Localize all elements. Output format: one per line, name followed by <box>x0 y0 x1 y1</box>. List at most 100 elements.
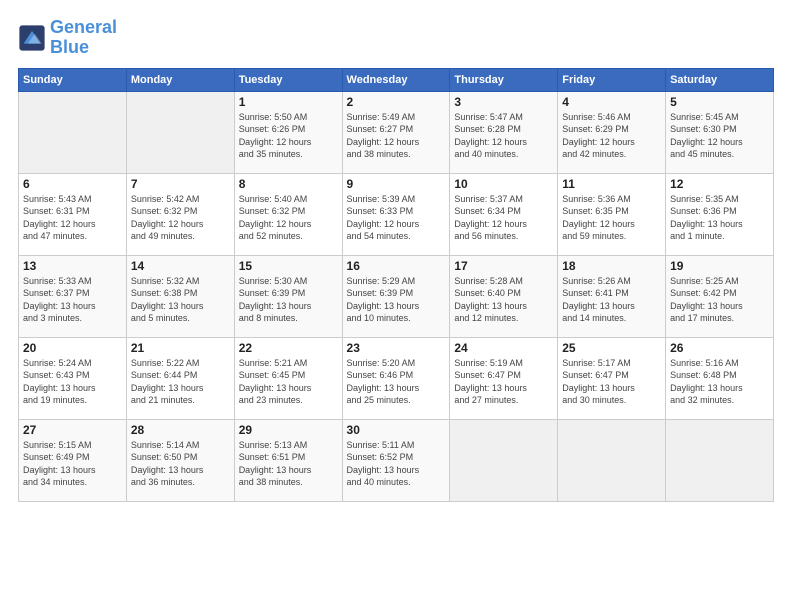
day-number: 10 <box>454 177 553 191</box>
day-info: Sunrise: 5:33 AM Sunset: 6:37 PM Dayligh… <box>23 275 122 325</box>
calendar-cell: 23 Sunrise: 5:20 AM Sunset: 6:46 PM Dayli… <box>342 337 450 419</box>
calendar-cell: 6 Sunrise: 5:43 AM Sunset: 6:31 PM Daylig… <box>19 173 127 255</box>
logo-text: General Blue <box>50 18 117 58</box>
weekday-header-sunday: Sunday <box>19 68 127 91</box>
calendar-cell: 20 Sunrise: 5:24 AM Sunset: 6:43 PM Dayli… <box>19 337 127 419</box>
day-number: 9 <box>347 177 446 191</box>
day-info: Sunrise: 5:28 AM Sunset: 6:40 PM Dayligh… <box>454 275 553 325</box>
weekday-header-friday: Friday <box>558 68 666 91</box>
day-info: Sunrise: 5:16 AM Sunset: 6:48 PM Dayligh… <box>670 357 769 407</box>
day-info: Sunrise: 5:20 AM Sunset: 6:46 PM Dayligh… <box>347 357 446 407</box>
day-number: 16 <box>347 259 446 273</box>
day-info: Sunrise: 5:24 AM Sunset: 6:43 PM Dayligh… <box>23 357 122 407</box>
day-info: Sunrise: 5:11 AM Sunset: 6:52 PM Dayligh… <box>347 439 446 489</box>
day-info: Sunrise: 5:43 AM Sunset: 6:31 PM Dayligh… <box>23 193 122 243</box>
day-number: 12 <box>670 177 769 191</box>
day-number: 1 <box>239 95 338 109</box>
weekday-header-wednesday: Wednesday <box>342 68 450 91</box>
calendar-cell: 28 Sunrise: 5:14 AM Sunset: 6:50 PM Dayli… <box>126 419 234 501</box>
calendar-cell: 30Sunrise: 5:11 AM Sunset: 6:52 PM Dayli… <box>342 419 450 501</box>
calendar-cell <box>126 91 234 173</box>
day-info: Sunrise: 5:37 AM Sunset: 6:34 PM Dayligh… <box>454 193 553 243</box>
day-info: Sunrise: 5:19 AM Sunset: 6:47 PM Dayligh… <box>454 357 553 407</box>
day-number: 11 <box>562 177 661 191</box>
day-info: Sunrise: 5:25 AM Sunset: 6:42 PM Dayligh… <box>670 275 769 325</box>
day-info: Sunrise: 5:13 AM Sunset: 6:51 PM Dayligh… <box>239 439 338 489</box>
day-number: 29 <box>239 423 338 437</box>
calendar-cell: 24 Sunrise: 5:19 AM Sunset: 6:47 PM Dayli… <box>450 337 558 419</box>
calendar-cell: 26 Sunrise: 5:16 AM Sunset: 6:48 PM Dayli… <box>666 337 774 419</box>
day-info: Sunrise: 5:36 AM Sunset: 6:35 PM Dayligh… <box>562 193 661 243</box>
day-number: 4 <box>562 95 661 109</box>
logo-blue: Blue <box>50 37 89 57</box>
logo-icon <box>18 24 46 52</box>
day-info: Sunrise: 5:22 AM Sunset: 6:44 PM Dayligh… <box>131 357 230 407</box>
calendar-cell <box>558 419 666 501</box>
day-info: Sunrise: 5:42 AM Sunset: 6:32 PM Dayligh… <box>131 193 230 243</box>
day-number: 27 <box>23 423 122 437</box>
day-info: Sunrise: 5:47 AM Sunset: 6:28 PM Dayligh… <box>454 111 553 161</box>
day-info: Sunrise: 5:26 AM Sunset: 6:41 PM Dayligh… <box>562 275 661 325</box>
calendar-cell: 17 Sunrise: 5:28 AM Sunset: 6:40 PM Dayli… <box>450 255 558 337</box>
day-number: 24 <box>454 341 553 355</box>
calendar-cell: 18 Sunrise: 5:26 AM Sunset: 6:41 PM Dayli… <box>558 255 666 337</box>
calendar-header-row: SundayMondayTuesdayWednesdayThursdayFrid… <box>19 68 774 91</box>
weekday-header-monday: Monday <box>126 68 234 91</box>
day-number: 15 <box>239 259 338 273</box>
day-number: 28 <box>131 423 230 437</box>
day-info: Sunrise: 5:50 AM Sunset: 6:26 PM Dayligh… <box>239 111 338 161</box>
calendar-cell: 10 Sunrise: 5:37 AM Sunset: 6:34 PM Dayli… <box>450 173 558 255</box>
calendar-cell: 8Sunrise: 5:40 AM Sunset: 6:32 PM Daylig… <box>234 173 342 255</box>
calendar-cell: 12Sunrise: 5:35 AM Sunset: 6:36 PM Dayli… <box>666 173 774 255</box>
calendar-cell: 13Sunrise: 5:33 AM Sunset: 6:37 PM Dayli… <box>19 255 127 337</box>
day-number: 2 <box>347 95 446 109</box>
weekday-header-tuesday: Tuesday <box>234 68 342 91</box>
day-info: Sunrise: 5:32 AM Sunset: 6:38 PM Dayligh… <box>131 275 230 325</box>
calendar-cell: 15 Sunrise: 5:30 AM Sunset: 6:39 PM Dayli… <box>234 255 342 337</box>
day-info: Sunrise: 5:21 AM Sunset: 6:45 PM Dayligh… <box>239 357 338 407</box>
calendar-cell: 29 Sunrise: 5:13 AM Sunset: 6:51 PM Dayli… <box>234 419 342 501</box>
calendar-cell: 21 Sunrise: 5:22 AM Sunset: 6:44 PM Dayli… <box>126 337 234 419</box>
logo: General Blue <box>18 18 117 58</box>
day-info: Sunrise: 5:17 AM Sunset: 6:47 PM Dayligh… <box>562 357 661 407</box>
day-number: 26 <box>670 341 769 355</box>
calendar-cell: 7 Sunrise: 5:42 AM Sunset: 6:32 PM Daylig… <box>126 173 234 255</box>
calendar-week-4: 27 Sunrise: 5:15 AM Sunset: 6:49 PM Dayli… <box>19 419 774 501</box>
day-number: 17 <box>454 259 553 273</box>
weekday-header-thursday: Thursday <box>450 68 558 91</box>
calendar-cell: 14 Sunrise: 5:32 AM Sunset: 6:38 PM Dayli… <box>126 255 234 337</box>
day-info: Sunrise: 5:49 AM Sunset: 6:27 PM Dayligh… <box>347 111 446 161</box>
calendar-week-1: 6 Sunrise: 5:43 AM Sunset: 6:31 PM Daylig… <box>19 173 774 255</box>
calendar-cell: 25 Sunrise: 5:17 AM Sunset: 6:47 PM Dayli… <box>558 337 666 419</box>
header: General Blue <box>18 18 774 58</box>
calendar-week-2: 13Sunrise: 5:33 AM Sunset: 6:37 PM Dayli… <box>19 255 774 337</box>
day-number: 3 <box>454 95 553 109</box>
calendar-cell: 27 Sunrise: 5:15 AM Sunset: 6:49 PM Dayli… <box>19 419 127 501</box>
calendar-week-3: 20 Sunrise: 5:24 AM Sunset: 6:43 PM Dayli… <box>19 337 774 419</box>
calendar-cell: 19Sunrise: 5:25 AM Sunset: 6:42 PM Dayli… <box>666 255 774 337</box>
calendar-table: SundayMondayTuesdayWednesdayThursdayFrid… <box>18 68 774 502</box>
calendar-cell: 5Sunrise: 5:45 AM Sunset: 6:30 PM Daylig… <box>666 91 774 173</box>
calendar-cell: 3 Sunrise: 5:47 AM Sunset: 6:28 PM Daylig… <box>450 91 558 173</box>
day-info: Sunrise: 5:40 AM Sunset: 6:32 PM Dayligh… <box>239 193 338 243</box>
day-number: 14 <box>131 259 230 273</box>
calendar-cell: 22Sunrise: 5:21 AM Sunset: 6:45 PM Dayli… <box>234 337 342 419</box>
day-number: 6 <box>23 177 122 191</box>
day-number: 25 <box>562 341 661 355</box>
day-number: 23 <box>347 341 446 355</box>
day-info: Sunrise: 5:14 AM Sunset: 6:50 PM Dayligh… <box>131 439 230 489</box>
logo-general: General <box>50 17 117 37</box>
day-info: Sunrise: 5:15 AM Sunset: 6:49 PM Dayligh… <box>23 439 122 489</box>
day-info: Sunrise: 5:30 AM Sunset: 6:39 PM Dayligh… <box>239 275 338 325</box>
calendar-cell <box>450 419 558 501</box>
day-number: 21 <box>131 341 230 355</box>
day-number: 5 <box>670 95 769 109</box>
day-number: 20 <box>23 341 122 355</box>
calendar-cell: 16Sunrise: 5:29 AM Sunset: 6:39 PM Dayli… <box>342 255 450 337</box>
day-number: 7 <box>131 177 230 191</box>
calendar-week-0: 1 Sunrise: 5:50 AM Sunset: 6:26 PM Daylig… <box>19 91 774 173</box>
day-number: 18 <box>562 259 661 273</box>
calendar-cell: 1 Sunrise: 5:50 AM Sunset: 6:26 PM Daylig… <box>234 91 342 173</box>
day-info: Sunrise: 5:39 AM Sunset: 6:33 PM Dayligh… <box>347 193 446 243</box>
calendar-cell: 2 Sunrise: 5:49 AM Sunset: 6:27 PM Daylig… <box>342 91 450 173</box>
